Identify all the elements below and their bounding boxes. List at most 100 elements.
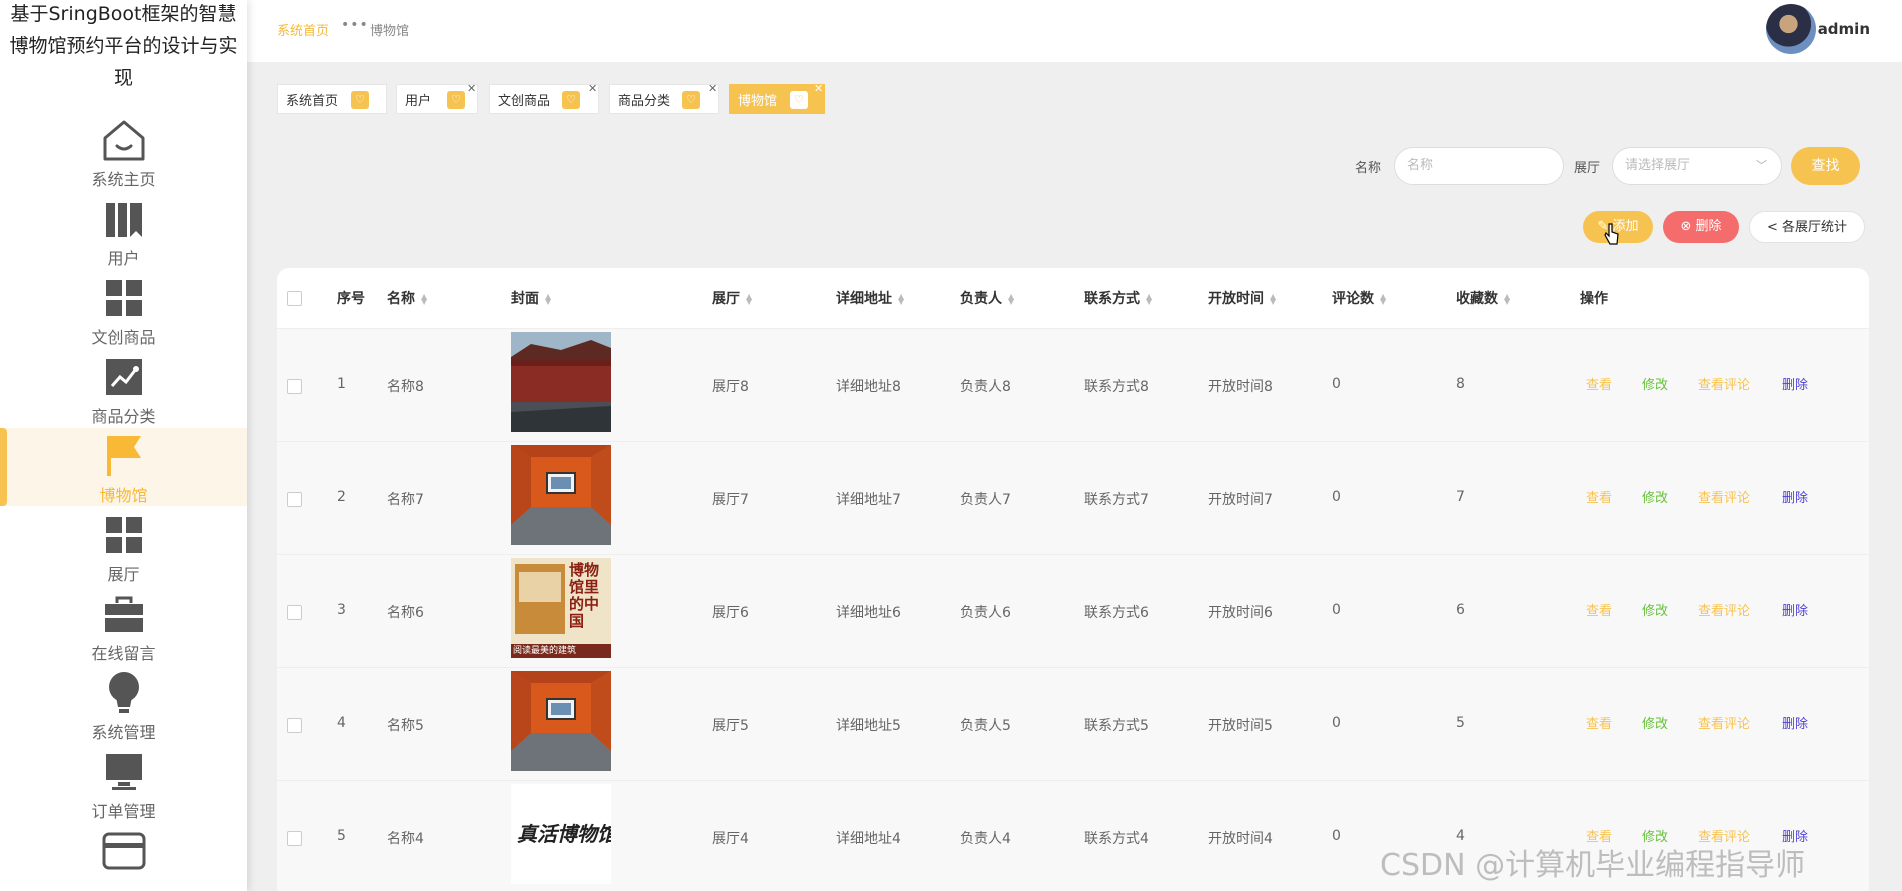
view-comments-link[interactable]: 查看评论 (1698, 600, 1750, 619)
column-header-comments[interactable]: 评论数 ▲ ▼ (1332, 288, 1386, 308)
view-comments-link[interactable]: 查看评论 (1698, 487, 1750, 506)
avatar[interactable] (1766, 4, 1816, 54)
tag-home[interactable]: 系统首页 ♡ (277, 84, 387, 114)
sidebar-item-categories[interactable]: 商品分类 (0, 349, 247, 427)
table-header: 序号 名称 ▲ ▼ 封面 ▲ ▼ 展厅 ▲ ▼ 详细地址 ▲ ▼ 负责人 ▲ ▼ 联系方式 ▲ ▼ 开放… (277, 268, 1869, 329)
tag-museum[interactable]: 博物馆 ♡ ✕ (729, 82, 825, 114)
sort-icon[interactable]: ▲ ▼ (545, 293, 551, 306)
close-icon[interactable]: ✕ (588, 82, 597, 95)
sort-icon[interactable]: ▲ ▼ (1504, 293, 1510, 306)
edit-link[interactable]: 修改 (1642, 600, 1668, 619)
cell-comments: 0 (1332, 489, 1341, 505)
row-checkbox[interactable] (287, 831, 302, 846)
column-header-address[interactable]: 详细地址 ▲ ▼ (836, 288, 904, 308)
row-checkbox[interactable] (287, 718, 302, 733)
breadcrumb-home[interactable]: 系统首页 (277, 20, 329, 39)
select-all-checkbox[interactable] (287, 291, 302, 306)
sidebar-item-finance[interactable] (0, 823, 247, 891)
cell-hall: 展厅6 (712, 605, 749, 621)
view-comments-link[interactable]: 查看评论 (1698, 374, 1750, 393)
breadcrumb-separator: ••• (341, 17, 369, 33)
delete-button[interactable]: ⊗ 删除 (1663, 211, 1739, 243)
table-row: 4 名称5 展厅5 详细地址5 负责人5 联系方式5 开放时间5 0 5 查看 … (277, 668, 1869, 781)
table-row: 1 名称8 展厅8 详细地址8 负责人8 联系方式8 开放时间8 0 8 查看 … (277, 329, 1869, 442)
sidebar-item-system[interactable]: 系统管理 (0, 665, 247, 743)
sidebar-item-users[interactable]: 用户 (0, 191, 247, 269)
column-header-name[interactable]: 名称 ▲ ▼ (387, 288, 427, 308)
delete-link[interactable]: 删除 (1782, 374, 1808, 393)
cell-contact: 联系方式6 (1084, 605, 1149, 621)
edit-link[interactable]: 修改 (1642, 374, 1668, 393)
row-checkbox[interactable] (287, 492, 302, 507)
sort-icon[interactable]: ▲ ▼ (746, 293, 752, 306)
column-header-hall[interactable]: 展厅 ▲ ▼ (712, 288, 752, 308)
sidebar-item-home[interactable]: 系统主页 (0, 112, 247, 190)
column-header-favorites[interactable]: 收藏数 ▲ ▼ (1456, 288, 1510, 308)
chevron-down-icon: ﹀ (1756, 159, 1767, 172)
sidebar-item-halls[interactable]: 展厅 (0, 507, 247, 585)
close-icon[interactable]: ✕ (814, 82, 823, 95)
sidebar-item-products[interactable]: 文创商品 (0, 270, 247, 348)
sidebar-item-messages[interactable]: 在线留言 (0, 586, 247, 664)
cell-comments: 0 (1332, 715, 1341, 731)
sort-icon[interactable]: ▲ ▼ (421, 293, 427, 306)
sidebar-item-label: 系统管理 (91, 723, 156, 742)
sort-icon[interactable]: ▲ ▼ (1146, 293, 1152, 306)
view-link[interactable]: 查看 (1586, 374, 1612, 393)
cell-favorites: 6 (1456, 602, 1465, 618)
sort-icon[interactable]: ▲ ▼ (1008, 293, 1014, 306)
view-link[interactable]: 查看 (1586, 600, 1612, 619)
sidebar-item-label: 商品分类 (91, 407, 156, 426)
grid-icon (100, 513, 148, 557)
column-header-contact[interactable]: 联系方式 ▲ ▼ (1084, 288, 1152, 308)
close-icon[interactable]: ✕ (467, 82, 476, 95)
column-header-cover[interactable]: 封面 ▲ ▼ (511, 288, 551, 308)
sort-icon[interactable]: ▲ ▼ (1270, 293, 1276, 306)
view-link[interactable]: 查看 (1586, 713, 1612, 732)
lightbulb-icon (100, 671, 148, 715)
cell-address: 详细地址6 (836, 605, 901, 621)
cell-open-time: 开放时间5 (1208, 718, 1273, 734)
cell-name: 名称8 (387, 379, 424, 395)
hall-stats-button[interactable]: < 各展厅统计 (1749, 211, 1865, 243)
delete-link[interactable]: 删除 (1782, 713, 1808, 732)
hall-stats-label: 各展厅统计 (1782, 220, 1848, 235)
sidebar-item-orders[interactable]: 订单管理 (0, 744, 247, 822)
search-button[interactable]: 查找 (1791, 147, 1860, 185)
row-checkbox[interactable] (287, 379, 302, 394)
sort-icon[interactable]: ▲ ▼ (898, 293, 904, 306)
tag-users[interactable]: 用户 ♡ ✕ (396, 82, 478, 114)
row-checkbox[interactable] (287, 605, 302, 620)
view-link[interactable]: 查看 (1586, 487, 1612, 506)
delete-button-label: 删除 (1695, 219, 1722, 234)
cell-index: 2 (337, 489, 346, 505)
briefcase-icon (100, 592, 148, 636)
hall-select[interactable]: 请选择展厅 ﹀ (1612, 147, 1782, 185)
cell-comments: 0 (1332, 376, 1341, 392)
name-search-input[interactable]: 名称 (1394, 147, 1564, 185)
wallet-icon (100, 829, 148, 873)
tag-products[interactable]: 文创商品 ♡ ✕ (489, 82, 599, 114)
tag-categories[interactable]: 商品分类 ♡ ✕ (609, 82, 719, 114)
sort-icon[interactable]: ▲ ▼ (1380, 293, 1386, 306)
cell-open-time: 开放时间6 (1208, 605, 1273, 621)
delete-link[interactable]: 删除 (1782, 600, 1808, 619)
column-label: 收藏数 (1456, 291, 1498, 307)
delete-link[interactable]: 删除 (1782, 487, 1808, 506)
calligraphy-text: 真活博物馆 (517, 822, 611, 846)
cell-open-time: 开放时间7 (1208, 492, 1273, 508)
sidebar-item-label: 在线留言 (91, 644, 156, 663)
view-comments-link[interactable]: 查看评论 (1698, 713, 1750, 732)
cell-manager: 负责人8 (960, 379, 1011, 395)
cell-contact: 联系方式7 (1084, 492, 1149, 508)
edit-link[interactable]: 修改 (1642, 713, 1668, 732)
username[interactable]: admin (1818, 20, 1870, 38)
sidebar-item-museum[interactable]: 博物馆 (0, 428, 247, 506)
column-label: 评论数 (1332, 291, 1374, 307)
cell-index: 5 (337, 828, 346, 844)
close-icon[interactable]: ✕ (708, 82, 717, 95)
column-header-manager[interactable]: 负责人 ▲ ▼ (960, 288, 1014, 308)
column-header-open-time[interactable]: 开放时间 ▲ ▼ (1208, 288, 1276, 308)
edit-link[interactable]: 修改 (1642, 487, 1668, 506)
museum-table: 序号 名称 ▲ ▼ 封面 ▲ ▼ 展厅 ▲ ▼ 详细地址 ▲ ▼ 负责人 ▲ ▼ 联系方式 ▲ ▼ 开放… (277, 268, 1869, 891)
